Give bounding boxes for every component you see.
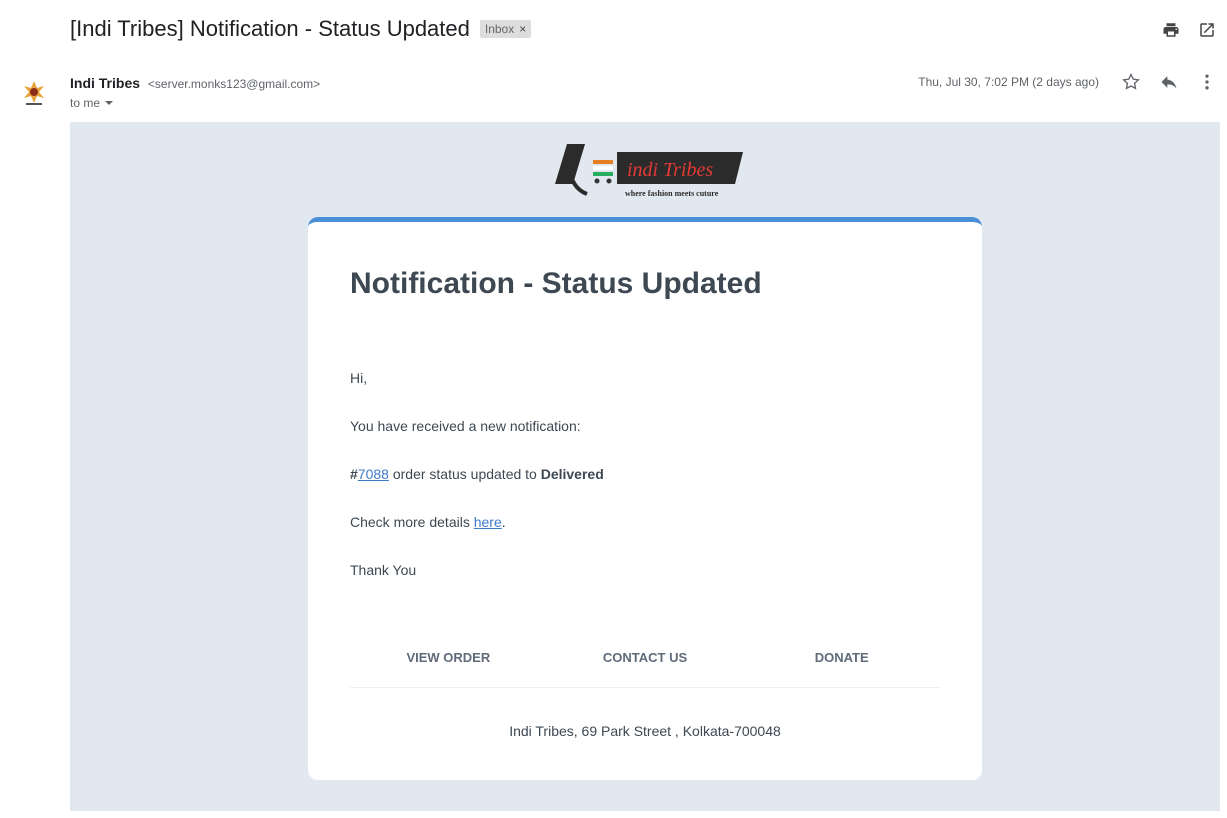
details-line: Check more details here.: [350, 514, 506, 530]
order-status-line: #7088 order status updated to Delivered: [350, 466, 604, 482]
contact-us-link[interactable]: CONTACT US: [547, 650, 744, 665]
inbox-label-chip[interactable]: Inbox ×: [479, 20, 532, 38]
remove-label-icon[interactable]: ×: [519, 22, 526, 36]
label-text: Inbox: [484, 22, 515, 36]
email-body: indi Tribes where fashion meets cuture N…: [70, 122, 1220, 811]
details-prefix: Check more details: [350, 514, 474, 530]
sender-email: <server.monks123@gmail.com>: [147, 77, 321, 91]
open-new-window-icon[interactable]: [1197, 20, 1217, 40]
print-icon[interactable]: [1161, 20, 1181, 40]
chevron-down-icon: [105, 101, 114, 105]
footer-divider: [350, 687, 940, 688]
notification-card: Notification - Status Updated Hi, You ha…: [308, 217, 982, 780]
sender-line: Indi Tribes <server.monks123@gmail.com>: [70, 75, 320, 91]
donate-link[interactable]: DONATE: [743, 650, 940, 665]
footer-links: VIEW ORDER CONTACT US DONATE: [350, 650, 940, 665]
svg-text:indi Tribes: indi Tribes: [627, 159, 713, 181]
status-text: order status updated to: [388, 466, 541, 482]
recipient-text: to me: [70, 96, 101, 110]
order-link[interactable]: 7088: [358, 466, 389, 482]
top-actions: [1161, 20, 1217, 40]
email-subject: [Indi Tribes] Notification - Status Upda…: [70, 16, 470, 41]
signoff: Thank You: [350, 562, 417, 578]
footer-address: Indi Tribes, 69 Park Street , Kolkata-70…: [509, 723, 781, 739]
svg-text:where fashion meets cuture: where fashion meets cuture: [625, 189, 719, 198]
message-meta: Thu, Jul 30, 7:02 PM (2 days ago): [918, 72, 1217, 92]
subject-row: [Indi Tribes] Notification - Status Upda…: [70, 16, 532, 42]
details-suffix: .: [501, 514, 506, 530]
reply-icon[interactable]: [1159, 72, 1179, 92]
status-value: Delivered: [540, 466, 604, 482]
details-link[interactable]: here: [474, 514, 502, 530]
brand-logo: indi Tribes where fashion meets cuture: [545, 138, 745, 200]
star-icon[interactable]: [1121, 72, 1141, 92]
message-date: Thu, Jul 30, 7:02 PM (2 days ago): [918, 75, 1099, 89]
hash-symbol: #: [350, 466, 358, 482]
sender-name[interactable]: Indi Tribes: [70, 75, 140, 91]
intro-text: You have received a new notification:: [350, 418, 581, 434]
card-title: Notification - Status Updated: [350, 267, 762, 300]
greeting: Hi,: [350, 370, 368, 386]
more-vert-icon[interactable]: [1197, 72, 1217, 92]
sender-avatar[interactable]: [20, 78, 48, 106]
recipient-details-toggle[interactable]: to me: [70, 96, 114, 110]
view-order-link[interactable]: VIEW ORDER: [350, 650, 547, 665]
